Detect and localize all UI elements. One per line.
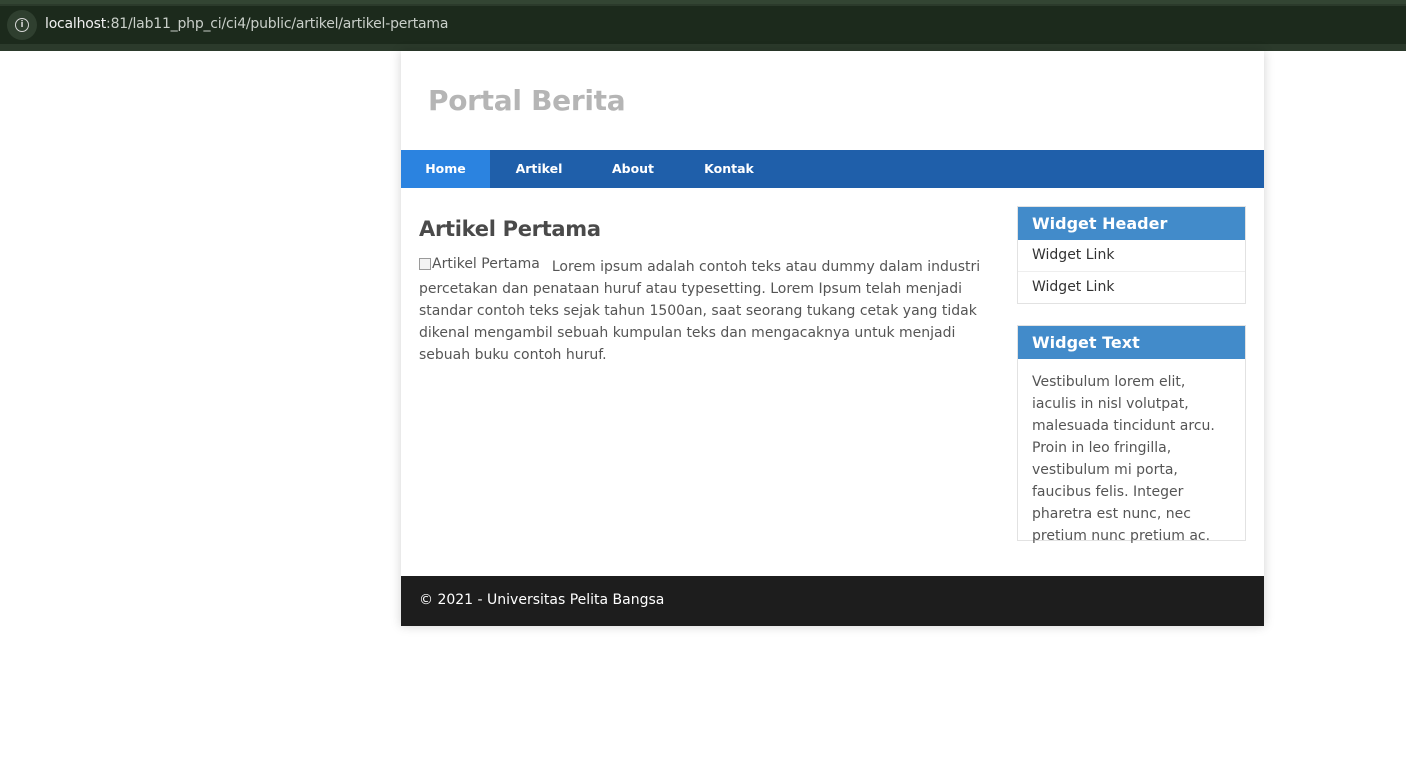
- widget-text-header: Widget Text: [1018, 326, 1245, 359]
- footer-text: © 2021 - Universitas Pelita Bangsa: [419, 592, 665, 608]
- widget-link-2[interactable]: Widget Link: [1018, 272, 1245, 303]
- browser-address-bar: i localhost:81/lab11_php_ci/ci4/public/a…: [0, 0, 1406, 51]
- widget-header: Widget Header: [1018, 207, 1245, 240]
- main-nav: Home Artikel About Kontak: [401, 150, 1264, 188]
- page-container: Portal Berita Home Artikel About Kontak …: [401, 51, 1264, 626]
- nav-item-about[interactable]: About: [606, 150, 660, 188]
- article-image: Artikel Pertama: [419, 254, 540, 274]
- info-icon[interactable]: i: [7, 10, 37, 40]
- url-text[interactable]: localhost:81/lab11_php_ci/ci4/public/art…: [45, 16, 448, 32]
- site-title: Portal Berita: [428, 84, 626, 117]
- nav-item-kontak[interactable]: Kontak: [698, 150, 760, 188]
- url-field[interactable]: i localhost:81/lab11_php_ci/ci4/public/a…: [0, 6, 1406, 44]
- broken-image-icon: [419, 258, 431, 270]
- url-host: localhost: [45, 16, 107, 32]
- url-path: :81/lab11_php_ci/ci4/public/artikel/arti…: [106, 16, 449, 32]
- widget-links: Widget Header Widget Link Widget Link: [1017, 206, 1246, 304]
- article-image-alt: Artikel Pertama: [432, 256, 540, 272]
- article-body: Artikel Pertama Lorem ipsum adalah conto…: [419, 256, 991, 366]
- widget-link-1[interactable]: Widget Link: [1018, 240, 1245, 272]
- browser-top-strip: [0, 0, 1406, 4]
- widget-text: Widget Text Vestibulum lorem elit, iacul…: [1017, 325, 1246, 544]
- article-text: Lorem ipsum adalah contoh teks atau dumm…: [419, 259, 981, 363]
- article-title: Artikel Pertama: [419, 217, 601, 241]
- widget-text-body: Vestibulum lorem elit, iaculis in nisl v…: [1032, 374, 1215, 544]
- footer: © 2021 - Universitas Pelita Bangsa: [401, 576, 1264, 626]
- nav-item-home[interactable]: Home: [401, 150, 490, 188]
- nav-item-artikel[interactable]: Artikel: [510, 150, 568, 188]
